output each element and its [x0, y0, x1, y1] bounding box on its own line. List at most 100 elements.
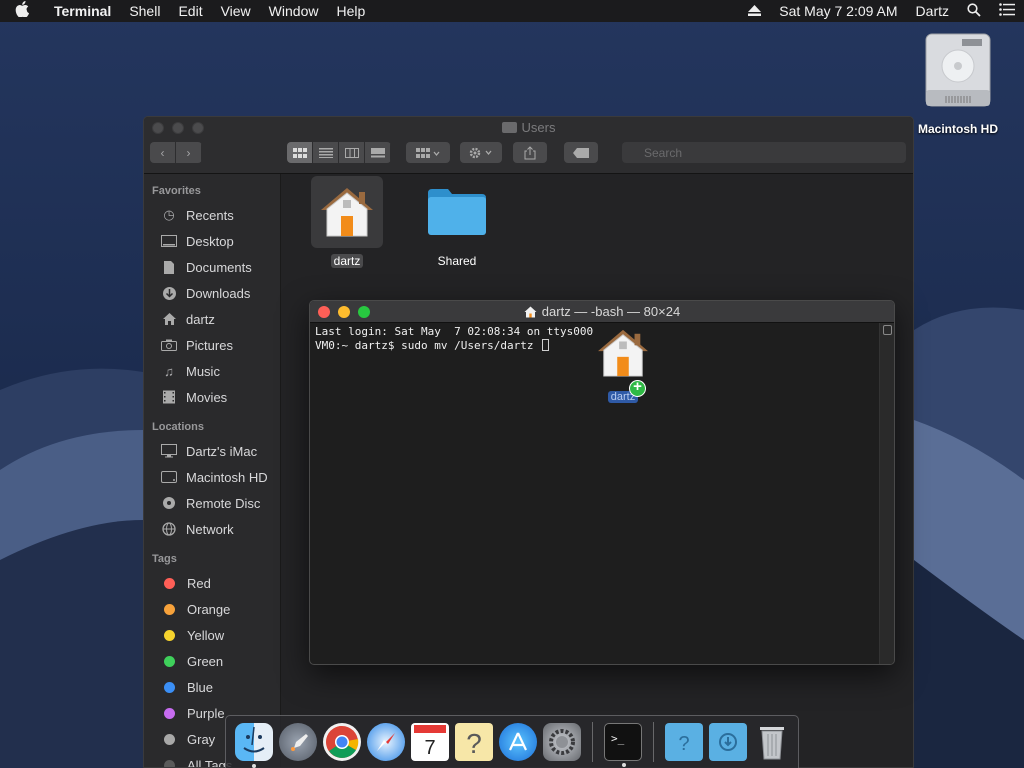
menu-bar: Terminal Shell Edit View Window Help Sat… [0, 0, 1024, 22]
dock-help-viewer-icon[interactable]: ? [455, 723, 493, 761]
sidebar-item-label: Green [187, 653, 224, 669]
sidebar-item-macintosh-hd[interactable]: Macintosh HD [144, 464, 280, 490]
dock-help-folder-icon[interactable]: ? [665, 723, 703, 761]
terminal-close-button[interactable] [318, 306, 330, 318]
dock-separator [653, 722, 654, 762]
sidebar-item-label: Network [186, 521, 234, 537]
dock-app-store-icon[interactable] [499, 723, 537, 761]
share-button[interactable] [513, 142, 547, 163]
sidebar-item-network[interactable]: Network [144, 516, 280, 542]
sidebar-item-pictures[interactable]: Pictures [144, 332, 280, 358]
terminal-zoom-button[interactable] [358, 306, 370, 318]
back-button[interactable]: ‹ [150, 142, 176, 163]
icon-view-button[interactable] [287, 142, 313, 163]
sidebar-item-label: Documents [186, 259, 252, 275]
tag-orange-dot [164, 603, 175, 615]
svg-text:?: ? [678, 733, 689, 754]
sidebar-item-label: Dartz's iMac [186, 443, 258, 459]
dock-downloads-folder-icon[interactable] [709, 723, 747, 761]
running-indicator [252, 764, 256, 768]
hard-drive-icon [922, 32, 994, 107]
menu-help[interactable]: Help [327, 3, 374, 19]
home-folder-icon [598, 329, 648, 377]
sidebar-item-label: Red [187, 575, 211, 591]
eject-icon[interactable] [739, 3, 770, 19]
spotlight-icon[interactable] [958, 2, 990, 20]
sidebar-item-label: Yellow [187, 627, 225, 643]
sidebar-item-dartz[interactable]: dartz [144, 306, 280, 332]
column-view-button[interactable] [339, 142, 365, 163]
view-mode-control [287, 142, 391, 163]
tag-gray-dot [164, 733, 175, 745]
terminal-minimize-button[interactable] [338, 306, 350, 318]
gallery-view-button[interactable] [365, 142, 391, 163]
dock-calendar-icon[interactable]: 7 [411, 723, 449, 761]
forward-button[interactable]: › [176, 142, 202, 163]
sidebar-item-label: Recents [186, 207, 234, 223]
terminal-scrollbar[interactable] [879, 323, 894, 664]
tag-all-dot [164, 759, 175, 767]
dock-trash-icon[interactable] [753, 723, 791, 761]
dock-finder-icon[interactable] [235, 723, 273, 768]
terminal-titlebar: dartz — -bash — 80×24 [310, 301, 894, 323]
sidebar-item-label: Orange [187, 601, 231, 617]
menu-window[interactable]: Window [260, 3, 328, 19]
nav-buttons: ‹ › [150, 142, 202, 163]
dock-launchpad-icon[interactable] [279, 723, 317, 761]
group-by-button[interactable] [406, 142, 450, 163]
folder-icon [421, 176, 493, 248]
finder-window-title: Users [144, 120, 913, 135]
sidebar-item-recents[interactable]: ◷ Recents [144, 202, 280, 228]
home-icon [524, 306, 537, 317]
menu-view[interactable]: View [212, 3, 260, 19]
sidebar-tag-orange[interactable]: Orange [144, 596, 280, 622]
file-item-shared[interactable]: Shared [412, 176, 502, 270]
globe-icon [160, 521, 178, 537]
file-item-dartz[interactable]: dartz [302, 176, 392, 270]
tag-green-dot [164, 655, 175, 667]
tag-yellow-dot [164, 629, 175, 641]
menu-shell[interactable]: Shell [120, 3, 169, 19]
menu-edit[interactable]: Edit [169, 3, 211, 19]
document-icon [160, 259, 178, 275]
sidebar-tag-blue[interactable]: Blue [144, 674, 280, 700]
desktop-drive-macintosh-hd[interactable]: Macintosh HD [910, 32, 1006, 136]
sidebar-item-label: Desktop [186, 233, 234, 249]
sidebar-tag-green[interactable]: Green [144, 648, 280, 674]
sidebar-item-documents[interactable]: Documents [144, 254, 280, 280]
sidebar-locations-header: Locations [152, 421, 204, 433]
terminal-command: VM0:~ dartz$ sudo mv /Users/dartz [315, 339, 541, 352]
sidebar-tags-header: Tags [152, 553, 177, 565]
notification-center-icon[interactable] [990, 3, 1024, 19]
sidebar-item-movies[interactable]: Movies [144, 384, 280, 410]
sidebar-item-dartzs-imac[interactable]: Dartz's iMac [144, 438, 280, 464]
dock-chrome-icon[interactable] [323, 723, 361, 761]
sidebar-tag-red[interactable]: Red [144, 570, 280, 596]
terminal-traffic-lights [318, 306, 370, 318]
finder-search-input[interactable] [622, 142, 906, 163]
menubar-user[interactable]: Dartz [907, 3, 958, 19]
sidebar-item-downloads[interactable]: Downloads [144, 280, 280, 306]
menu-app-terminal[interactable]: Terminal [44, 3, 120, 19]
sidebar-tag-yellow[interactable]: Yellow [144, 622, 280, 648]
sidebar-item-label: Pictures [186, 337, 233, 353]
action-gear-button[interactable] [460, 142, 502, 163]
sidebar-item-remote-disc[interactable]: Remote Disc [144, 490, 280, 516]
menubar-clock[interactable]: Sat May 7 2:09 AM [770, 3, 906, 19]
sidebar-item-desktop[interactable]: Desktop [144, 228, 280, 254]
dock-terminal-icon[interactable]: >_ [604, 723, 642, 767]
dock-safari-icon[interactable] [367, 723, 405, 761]
scrollbar-knob[interactable] [883, 325, 892, 335]
tag-red-dot [164, 577, 175, 589]
sidebar-item-label: dartz [186, 311, 215, 327]
terminal-cursor [542, 339, 550, 351]
home-icon [160, 311, 178, 327]
sidebar-item-music[interactable]: ♫ Music [144, 358, 280, 384]
dock-system-preferences-icon[interactable] [543, 723, 581, 761]
apple-icon[interactable] [0, 0, 44, 22]
sidebar-item-label: Downloads [186, 285, 251, 301]
edit-tags-button[interactable] [564, 142, 598, 163]
home-folder-icon [311, 176, 383, 248]
folder-icon [501, 122, 517, 133]
list-view-button[interactable] [313, 142, 339, 163]
